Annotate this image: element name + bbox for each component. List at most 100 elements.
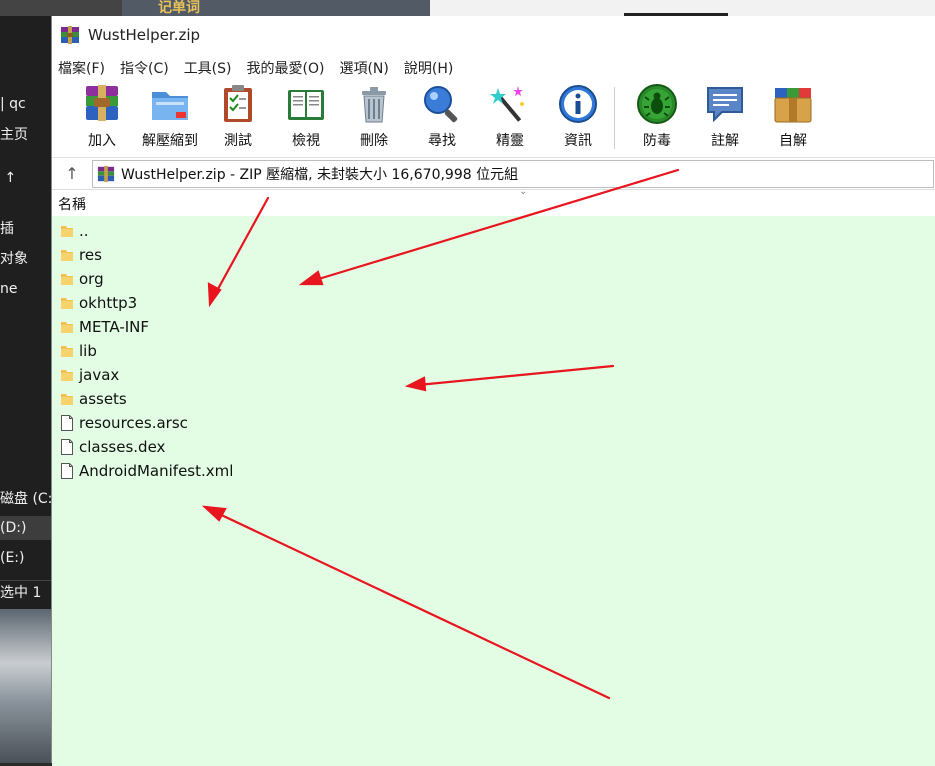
comment-label: 註解 [711,133,739,149]
file-name: AndroidManifest.xml [79,462,234,480]
explorer-top-text[interactable]: | qc [0,92,51,116]
find-button[interactable]: 尋找 [408,81,476,150]
folder-icon [61,322,73,333]
view-button[interactable]: 檢視 [272,81,340,150]
background-top-strip: 记单词 [0,0,935,16]
find-label: 尋找 [428,133,456,149]
window-title: WustHelper.zip [88,26,201,44]
winrar-app-icon [61,26,79,44]
explorer-drive-d[interactable]: (D:) [0,516,51,540]
toolbar: 加入 解壓縮到 測試 檢視 刪除 尋找 精靈 資訊 防毒 註解 自解 [52,81,935,158]
info-label: 資訊 [564,133,592,149]
menu-favorites[interactable]: 我的最愛(O) [247,58,332,78]
file-name: lib [79,342,97,360]
title-bar[interactable]: WustHelper.zip [52,16,935,54]
folder-row[interactable]: javax [52,363,935,387]
virus-scan-label: 防毒 [643,133,671,149]
test-clipboard-icon [224,85,252,122]
view-book-icon [288,90,324,120]
test-button[interactable]: 測試 [204,81,272,150]
explorer-drive-e[interactable]: (E:) [0,546,51,570]
add-archive-icon [86,85,118,121]
explorer-home[interactable]: 主页 [0,123,51,147]
wizard-button[interactable]: 精靈 [476,81,544,150]
view-label: 檢視 [292,133,320,149]
virus-scan-icon [637,84,677,124]
sort-chevron-icon: ⌄ [519,186,528,197]
info-button[interactable]: 資訊 [544,81,612,150]
sfx-button[interactable]: 自解 [759,81,827,150]
folder-row[interactable]: okhttp3 [52,291,935,315]
path-text: WustHelper.zip - ZIP 壓縮檔, 未封裝大小 16,670,9… [121,166,519,183]
wizard-wand-icon [490,86,524,122]
sfx-label: 自解 [779,133,807,149]
file-row[interactable]: classes.dex [52,435,935,459]
wizard-label: 精靈 [496,133,524,149]
extract-to-label: 解壓縮到 [142,133,198,149]
explorer-drive-c[interactable]: 磁盘 (C: [0,487,51,511]
background-photo [0,609,51,763]
folder-icon [61,370,73,381]
trash-icon [362,87,386,123]
file-name: resources.arsc [79,414,188,432]
file-name: META-INF [79,318,150,336]
file-name: classes.dex [79,438,166,456]
column-header: ⌄ 名稱 [52,186,935,218]
folder-row[interactable]: .. [52,219,935,243]
document-icon [61,415,73,431]
up-arrow-icon[interactable]: ↑ [52,164,92,183]
folder-row[interactable]: META-INF [52,315,935,339]
file-name: org [79,270,104,288]
file-row[interactable]: resources.arsc [52,411,935,435]
document-icon [61,439,73,455]
comment-icon [707,87,743,123]
explorer-item-3[interactable]: ne [0,277,51,301]
explorer-item-1[interactable]: 插 [0,217,51,241]
menu-bar: 檔案(F) 指令(C) 工具(S) 我的最愛(O) 選項(N) 說明(H) [52,54,935,81]
explorer-status: 选中 1 [0,580,51,605]
folder-icon [61,250,73,261]
extract-to-button[interactable]: 解壓縮到 [136,81,204,150]
explorer-item-2[interactable]: 对象 [0,247,51,271]
delete-label: 刪除 [360,133,388,149]
folder-icon [61,226,73,237]
file-name: okhttp3 [79,294,138,312]
test-label: 測試 [224,133,252,149]
background-title-fragment: 记单词 [158,0,200,16]
column-name-header[interactable]: 名稱 [58,194,86,214]
info-icon [559,85,597,123]
menu-commands[interactable]: 指令(C) [120,58,176,78]
file-name: .. [79,222,89,240]
add-label: 加入 [88,133,116,149]
menu-file[interactable]: 檔案(F) [58,58,112,78]
delete-button[interactable]: 刪除 [340,81,408,150]
virus-scan-button[interactable]: 防毒 [623,81,691,150]
file-name: javax [79,366,120,384]
explorer-up-arrow[interactable]: ↑ [0,166,51,190]
comment-button[interactable]: 註解 [691,81,759,150]
file-row[interactable]: AndroidManifest.xml [52,459,935,483]
background-explorer-window: | qc 主页 ↑ 插 对象 ne 磁盘 (C: (D:) (E:) 选中 1 [0,16,51,763]
folder-icon [61,346,73,357]
folder-row[interactable]: assets [52,387,935,411]
background-dark-area [0,0,122,16]
zip-archive-icon [97,165,115,182]
toolbar-separator [614,87,615,149]
folder-row[interactable]: res [52,243,935,267]
menu-help[interactable]: 說明(H) [404,58,460,78]
folder-row[interactable]: lib [52,339,935,363]
folder-icon [61,394,73,405]
menu-tools[interactable]: 工具(S) [184,58,239,78]
sfx-archive-icon [774,88,812,123]
folder-row[interactable]: org [52,267,935,291]
document-icon [61,463,73,479]
menu-options[interactable]: 選項(N) [339,58,395,78]
file-list: .. res org okhttp3 META-INF lib javax assets res… [52,216,935,766]
path-field[interactable]: WustHelper.zip - ZIP 壓縮檔, 未封裝大小 16,670,9… [92,159,934,188]
folder-icon [61,274,73,285]
address-bar: ↑ WustHelper.zip - ZIP 壓縮檔, 未封裝大小 16,670… [52,158,935,190]
winrar-window: WustHelper.zip 檔案(F) 指令(C) 工具(S) 我的最愛(O)… [51,16,935,766]
file-name: assets [79,390,127,408]
add-button[interactable]: 加入 [68,81,136,150]
folder-icon [61,298,73,309]
